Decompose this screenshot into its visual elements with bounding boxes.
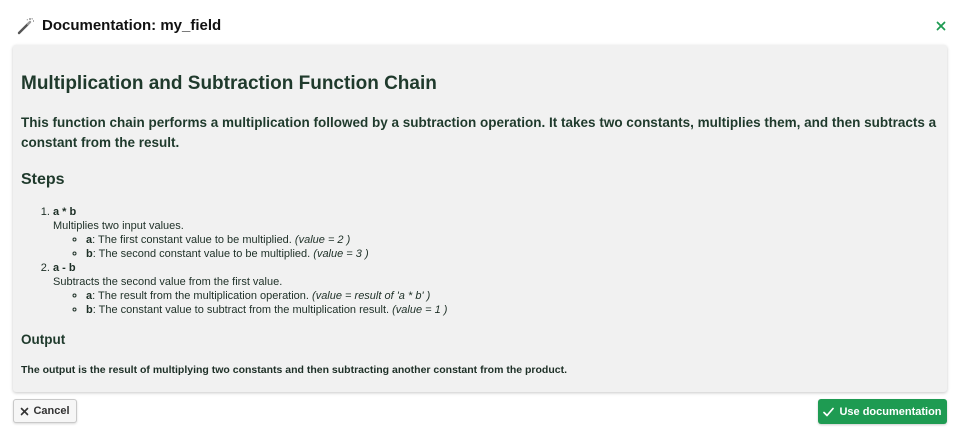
step-description: Subtracts the second value from the firs… bbox=[53, 276, 283, 288]
param-text: : The result from the multiplication ope… bbox=[92, 290, 313, 302]
param-item: a: The first constant value to be multip… bbox=[86, 233, 947, 247]
param-list: a: The result from the multiplication op… bbox=[53, 289, 947, 317]
doc-summary: This function chain performs a multiplic… bbox=[21, 115, 937, 150]
param-value: (value = result of 'a * b' ) bbox=[312, 290, 431, 302]
param-value: (value = 1 ) bbox=[392, 304, 448, 316]
documentation-dialog: Documentation: my_field Multiplication a… bbox=[0, 0, 960, 430]
param-value: (value = 2 ) bbox=[294, 234, 351, 246]
step-name: a - b bbox=[53, 262, 76, 274]
use-documentation-button[interactable]: Use documentation bbox=[818, 399, 947, 424]
param-text: : The first constant value to be multipl… bbox=[92, 234, 295, 246]
output-heading: Output bbox=[21, 332, 66, 347]
step-name: a * b bbox=[53, 206, 77, 218]
cancel-button-label: Cancel bbox=[33, 405, 70, 417]
close-button[interactable] bbox=[934, 19, 948, 33]
doc-title: Multiplication and Subtraction Function … bbox=[21, 73, 437, 94]
cancel-button[interactable]: Cancel bbox=[13, 399, 77, 423]
param-item: b: The second constant value to be multi… bbox=[86, 247, 947, 261]
checkmark-icon bbox=[823, 407, 835, 417]
steps-heading: Steps bbox=[21, 171, 65, 188]
use-documentation-label: Use documentation bbox=[839, 405, 942, 418]
close-icon bbox=[936, 21, 946, 31]
step-item: a - b Subtracts the second value from th… bbox=[53, 261, 947, 317]
documentation-panel: Multiplication and Subtraction Function … bbox=[13, 45, 947, 392]
param-text: : The constant value to subtract from th… bbox=[92, 304, 393, 316]
step-item: a * b Multiplies two input values. a: Th… bbox=[53, 205, 947, 261]
close-icon bbox=[20, 407, 29, 416]
param-value: (value = 3 ) bbox=[313, 248, 369, 260]
param-text: : The second constant value to be multip… bbox=[92, 248, 314, 260]
param-list: a: The first constant value to be multip… bbox=[53, 233, 947, 261]
output-text: The output is the result of multiplying … bbox=[21, 364, 568, 376]
step-description: Multiplies two input values. bbox=[53, 220, 184, 232]
steps-list: a * b Multiplies two input values. a: Th… bbox=[21, 205, 947, 317]
param-item: a: The result from the multiplication op… bbox=[86, 289, 947, 303]
dialog-title: Documentation: my_field bbox=[42, 17, 222, 34]
param-name: b bbox=[86, 248, 93, 260]
param-item: b: The constant value to subtract from t… bbox=[86, 303, 947, 317]
param-name: b bbox=[86, 304, 93, 316]
dialog-header: Documentation: my_field bbox=[0, 0, 960, 44]
magic-wand-icon bbox=[17, 17, 35, 35]
